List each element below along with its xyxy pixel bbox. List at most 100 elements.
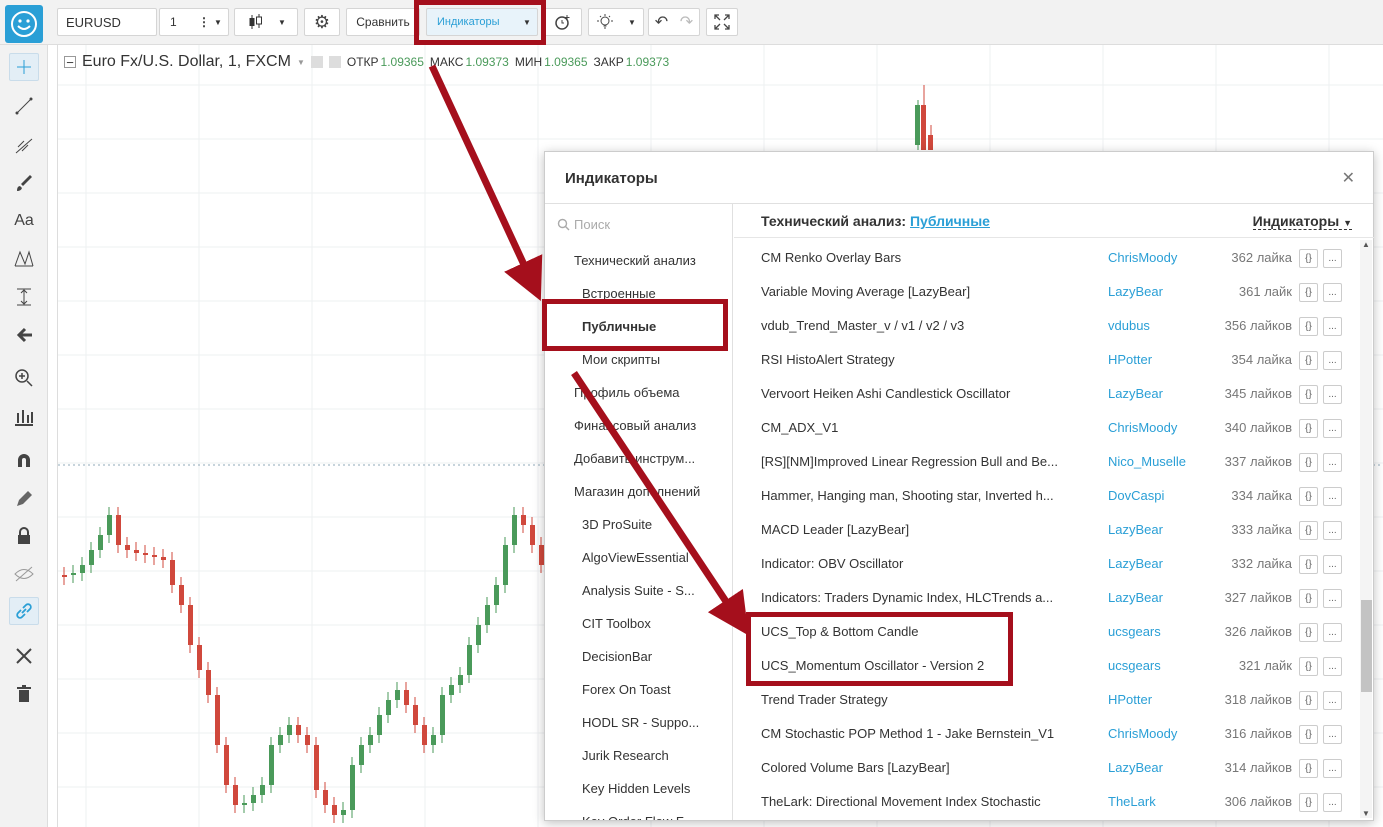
indicator-name[interactable]: CM Stochastic POP Method 1 - Jake Bernst… [761, 726, 1066, 741]
redo-icon[interactable]: ↷ [680, 12, 693, 32]
more-button[interactable]: ... [1323, 691, 1342, 710]
source-code-button[interactable]: {} [1299, 793, 1318, 812]
source-code-button[interactable]: {} [1299, 589, 1318, 608]
more-button[interactable]: ... [1323, 793, 1342, 812]
sidebar-item[interactable]: Jurik Research [582, 748, 724, 763]
trendline-tool-icon[interactable] [9, 92, 39, 120]
source-code-button[interactable]: {} [1299, 521, 1318, 540]
chevron-down-icon[interactable]: ▼ [297, 58, 305, 67]
source-code-button[interactable]: {} [1299, 419, 1318, 438]
source-code-button[interactable]: {} [1299, 385, 1318, 404]
pattern-tool-icon[interactable] [9, 245, 39, 273]
pencil-lock-icon[interactable] [9, 485, 39, 513]
source-code-button[interactable]: {} [1299, 283, 1318, 302]
indicator-name[interactable]: CM_ADX_V1 [761, 420, 1066, 435]
close-icon[interactable]: ✕ [1342, 168, 1355, 188]
more-button[interactable]: ... [1323, 725, 1342, 744]
indicator-row[interactable]: vdub_Trend_Master_v / v1 / v2 / v3 vdubus… [734, 308, 1354, 342]
more-button[interactable]: ... [1323, 317, 1342, 336]
close-mini-icon[interactable] [328, 56, 341, 68]
more-button[interactable]: ... [1323, 487, 1342, 506]
settings-mini-icon[interactable] [310, 56, 323, 68]
scroll-down-icon[interactable]: ▼ [1362, 809, 1370, 818]
indicator-row[interactable]: Vervoort Heiken Ashi Candlestick Oscilla… [734, 376, 1354, 410]
bars-pattern-icon[interactable] [9, 403, 39, 431]
indicator-name[interactable]: vdub_Trend_Master_v / v1 / v2 / v3 [761, 318, 1066, 333]
author-link[interactable]: vdubus [1108, 318, 1150, 333]
brush-tool-icon[interactable] [9, 169, 39, 197]
source-code-button[interactable]: {} [1299, 759, 1318, 778]
scrollbar[interactable]: ▲ ▼ [1360, 240, 1372, 818]
author-link[interactable]: ChrisMoody [1108, 420, 1177, 435]
indicator-row[interactable]: Indicators: Traders Dynamic Index, HLCTr… [734, 580, 1354, 614]
indicator-row[interactable]: TheLark: Directional Movement Index Stoc… [734, 784, 1354, 818]
author-link[interactable]: ucsgears [1108, 658, 1161, 673]
indicator-name[interactable]: Vervoort Heiken Ashi Candlestick Oscilla… [761, 386, 1066, 401]
sidebar-item[interactable]: ▼Магазин дополнений [574, 484, 724, 499]
indicator-name[interactable]: [RS][NM]Improved Linear Regression Bull … [761, 454, 1066, 469]
fullscreen-button[interactable] [706, 8, 738, 36]
indicator-row[interactable]: MACD Leader [LazyBear] LazyBear 333 лайка {… [734, 512, 1354, 546]
scroll-up-icon[interactable]: ▲ [1362, 240, 1370, 249]
sidebar-item[interactable]: 3D ProSuite [582, 517, 724, 532]
indicator-row[interactable]: CM_ADX_V1 ChrisMoody 340 лайков {}... [734, 410, 1354, 444]
author-link[interactable]: ChrisMoody [1108, 726, 1177, 741]
indicator-row[interactable]: CM Renko Overlay Bars ChrisMoody 362 лайка… [734, 240, 1354, 274]
indicator-row[interactable]: Trend Trader Strategy HPotter 318 лайков {}… [734, 682, 1354, 716]
indicator-row[interactable]: Hammer, Hanging man, Shooting star, Inve… [734, 478, 1354, 512]
more-button[interactable]: ... [1323, 419, 1342, 438]
indicator-name[interactable]: Variable Moving Average [LazyBear] [761, 284, 1066, 299]
author-link[interactable]: HPotter [1108, 692, 1152, 707]
source-code-button[interactable]: {} [1299, 691, 1318, 710]
sidebar-item[interactable]: Профиль объема [574, 385, 724, 400]
indicator-name[interactable]: Indicator: OBV Oscillator [761, 556, 1066, 571]
collapse-icon[interactable]: − [64, 56, 76, 69]
ideas-button[interactable]: ▼ [588, 8, 644, 36]
more-button[interactable]: ... [1323, 589, 1342, 608]
indicator-row[interactable]: Variable Moving Average [LazyBear] LazyBe… [734, 274, 1354, 308]
source-code-button[interactable]: {} [1299, 725, 1318, 744]
sidebar-item[interactable]: Key Hidden Levels [582, 781, 724, 796]
more-button[interactable]: ... [1323, 623, 1342, 642]
indicator-row[interactable]: Indicator: OBV Oscillator LazyBear 332 лай… [734, 546, 1354, 580]
indicator-name[interactable]: Indicators: Traders Dynamic Index, HLCTr… [761, 590, 1066, 605]
source-code-button[interactable]: {} [1299, 351, 1318, 370]
zoom-in-icon[interactable] [9, 364, 39, 392]
text-tool-icon[interactable]: Aa [9, 207, 39, 235]
chart-style-button[interactable]: ▼ [234, 8, 298, 36]
source-code-button[interactable]: {} [1299, 555, 1318, 574]
indicators-sort-dropdown[interactable]: Индикаторы ▼ [1252, 213, 1352, 230]
sidebar-item[interactable]: Мои скрипты [582, 352, 724, 367]
logo-smiley-icon[interactable] [5, 5, 43, 43]
author-link[interactable]: ucsgears [1108, 624, 1161, 639]
indicator-name[interactable]: Hammer, Hanging man, Shooting star, Inve… [761, 488, 1066, 503]
lock-icon[interactable] [9, 522, 39, 550]
author-link[interactable]: LazyBear [1108, 522, 1163, 537]
undo-icon[interactable]: ↶ [655, 12, 668, 32]
indicator-name[interactable]: Trend Trader Strategy [761, 692, 1066, 707]
crosshair-tool-icon[interactable] [9, 53, 39, 81]
author-link[interactable]: LazyBear [1108, 760, 1163, 775]
more-button[interactable]: ... [1323, 351, 1342, 370]
source-code-button[interactable]: {} [1299, 623, 1318, 642]
settings-button[interactable]: ⚙ [304, 8, 340, 36]
author-link[interactable]: DovCaspi [1108, 488, 1164, 503]
compare-button[interactable]: Сравнить [346, 8, 420, 36]
sidebar-item[interactable]: ▼Технический анализ [574, 253, 724, 268]
scrollbar-thumb[interactable] [1361, 600, 1372, 692]
indicator-row[interactable]: [RS][NM]Improved Linear Regression Bull … [734, 444, 1354, 478]
source-code-button[interactable]: {} [1299, 317, 1318, 336]
header-link-public[interactable]: Публичные [910, 213, 990, 229]
author-link[interactable]: ChrisMoody [1108, 250, 1177, 265]
indicator-row[interactable]: CM Stochastic POP Method 1 - Jake Bernst… [734, 716, 1354, 750]
sidebar-item[interactable]: DecisionBar [582, 649, 724, 664]
indicator-name[interactable]: TheLark: Directional Movement Index Stoc… [761, 794, 1066, 809]
more-button[interactable]: ... [1323, 657, 1342, 676]
link-icon[interactable] [9, 597, 39, 625]
source-code-button[interactable]: {} [1299, 657, 1318, 676]
author-link[interactable]: LazyBear [1108, 284, 1163, 299]
author-link[interactable]: HPotter [1108, 352, 1152, 367]
more-button[interactable]: ... [1323, 453, 1342, 472]
sidebar-item[interactable]: CIT Toolbox [582, 616, 724, 631]
alert-button[interactable] [544, 8, 582, 36]
